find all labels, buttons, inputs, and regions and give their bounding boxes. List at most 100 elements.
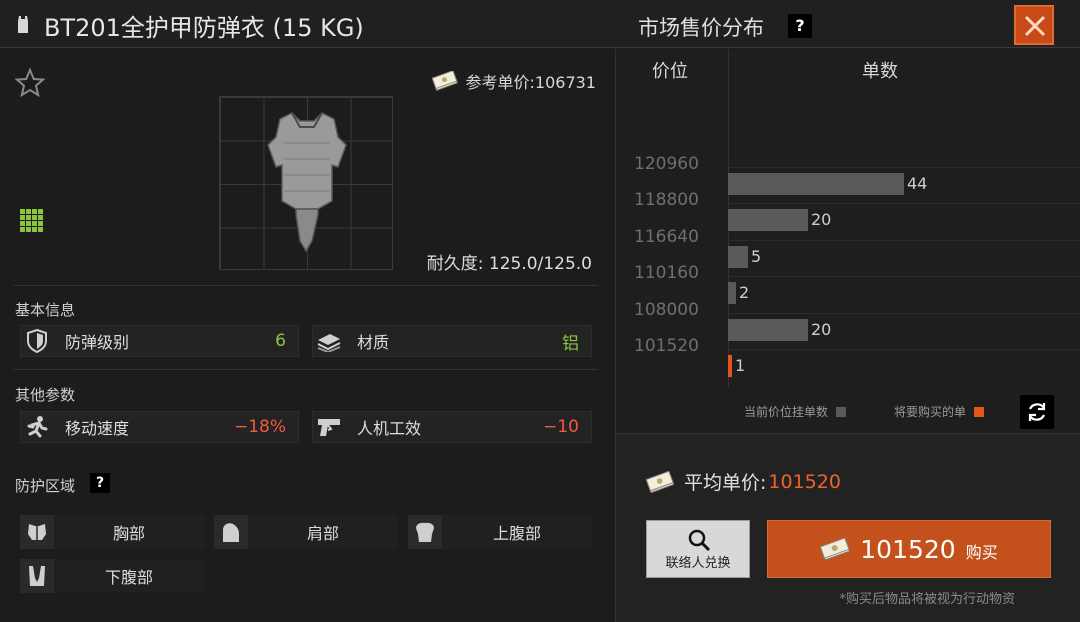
price-tick-label: 101520 (634, 336, 699, 356)
stat-material: 材质 铝 (312, 325, 592, 357)
purchase-note: *购买后物品将被视为行动物资 (839, 592, 1015, 607)
inventory-size-icon (20, 209, 44, 233)
average-price-label: 平均单价: (684, 472, 767, 494)
chart-row-line (728, 276, 1080, 278)
item-image-box (219, 96, 393, 270)
refresh-button[interactable] (1020, 395, 1054, 429)
armor-vest-image (267, 112, 347, 253)
divider (14, 285, 598, 286)
reference-price-text: 参考单价:106731 (465, 73, 596, 92)
price-tick-label: 118800 (634, 190, 699, 211)
buy-label: 购买 (965, 543, 998, 562)
bar-count-label: 2 (739, 283, 750, 303)
protection-title: 防护区域 (15, 477, 76, 495)
listing-count-bar (728, 282, 736, 305)
stat-move-speed: 移动速度 −18% (20, 411, 299, 443)
price-distribution-chart: 价位 单数 120960 44 118800 20 116640 5 110160 2 1080… (616, 49, 1080, 387)
money-icon (820, 538, 851, 560)
runner-icon (21, 411, 53, 443)
listing-count-bar (728, 245, 748, 268)
stat-label: 人机工效 (357, 419, 422, 438)
stat-value: −10 (543, 417, 579, 437)
stat-value: 铝 (562, 333, 579, 354)
stat-label: 材质 (357, 333, 390, 352)
chart-row-line (728, 239, 1080, 241)
price-tick-label: 116640 (634, 226, 699, 247)
item-title: BT201全护甲防弹衣 (15 KG) (44, 14, 364, 42)
upper-abdomen-icon (408, 515, 442, 549)
bar-count-label: 20 (811, 319, 832, 339)
market-title: 市场售价分布 (638, 16, 764, 40)
money-icon (646, 470, 674, 493)
shield-icon (21, 325, 53, 357)
zone-upper-abdomen: 上腹部 (408, 515, 592, 549)
zone-lower-abdomen: 下腹部 (20, 559, 204, 593)
chart-row-line (728, 312, 1080, 314)
other-params-title: 其他参数 (15, 386, 76, 404)
reference-price: 参考单价:106731 (431, 69, 596, 93)
chest-icon (20, 515, 54, 549)
stat-label: 防弹级别 (65, 333, 130, 352)
stat-value: 6 (275, 331, 286, 351)
durability-text: 耐久度: 125.0/125.0 (426, 254, 592, 274)
buy-order-bar (728, 355, 732, 377)
zone-chest: 胸部 (20, 515, 204, 549)
col-header-price: 价位 (652, 61, 688, 82)
price-tick-label: 108000 (634, 299, 699, 320)
legend-buy: 将要购买的单 (894, 403, 985, 420)
listing-count-bar (728, 173, 904, 195)
zone-label: 下腹部 (104, 568, 153, 587)
divider (14, 369, 598, 370)
bar-count-label: 5 (751, 246, 762, 266)
buy-button[interactable]: 101520 购买 (767, 520, 1051, 578)
item-info-panel: 参考单价:106731 耐久度: 125.0/125.0 基本信息 防弹级别 6… (0, 49, 614, 622)
protection-help-icon[interactable]: ? (90, 473, 110, 493)
material-icon (313, 325, 345, 357)
legend-buy-swatch (974, 406, 985, 417)
price-tick-label: 110160 (634, 263, 699, 284)
stat-value: −18% (233, 417, 286, 437)
pistol-icon (313, 411, 345, 443)
favorite-star-icon[interactable] (14, 67, 46, 99)
zone-label: 胸部 (112, 524, 145, 543)
refresh-icon (1028, 403, 1046, 421)
purchase-dialog: BT201全护甲防弹衣 (15 KG) 市场售价分布 ? 参考单价:106731 (0, 0, 1080, 622)
market-help-icon[interactable]: ? (788, 14, 812, 38)
vest-icon (18, 16, 28, 33)
search-icon (688, 529, 711, 552)
average-price: 平均单价: 101520 (646, 468, 841, 495)
lower-abdomen-icon (20, 559, 54, 593)
chart-row-line (728, 203, 1080, 205)
zone-label: 肩部 (306, 524, 339, 543)
close-button[interactable] (1014, 5, 1054, 45)
buy-amount: 101520 (860, 534, 956, 564)
price-tick-label: 120960 (634, 154, 699, 174)
money-icon (431, 71, 458, 91)
legend-buy-label: 将要购买的单 (894, 405, 967, 419)
zone-label: 上腹部 (492, 524, 541, 543)
stat-protection-level: 防弹级别 6 (20, 325, 299, 357)
contact-exchange-button[interactable]: 联络人兑换 (646, 520, 750, 578)
basic-info-title: 基本信息 (15, 301, 76, 319)
legend-current-swatch (836, 406, 847, 417)
contact-exchange-label: 联络人兑换 (665, 556, 731, 571)
market-panel: 价位 单数 120960 44 118800 20 116640 5 110160 2 1080… (615, 49, 1080, 622)
legend-current-label: 当前价位挂单数 (744, 405, 829, 419)
title-bar: BT201全护甲防弹衣 (15 KG) 市场售价分布 ? (0, 0, 1080, 48)
chart-row-line (728, 167, 1080, 168)
chart-row-line (728, 349, 1080, 350)
col-header-count: 单数 (862, 61, 898, 82)
listing-count-bar (728, 318, 808, 341)
purchase-area: 平均单价: 101520 联络人兑换 101520 购买 *购买后物品将被视为行… (616, 433, 1080, 622)
bar-count-label: 44 (907, 174, 928, 193)
shoulder-icon (214, 515, 248, 549)
close-icon (1024, 15, 1046, 37)
average-price-value: 101520 (768, 470, 841, 493)
stat-label: 移动速度 (65, 419, 130, 438)
bar-count-label: 20 (811, 210, 832, 230)
stat-ergonomics: 人机工效 −10 (312, 411, 592, 443)
bar-count-label: 1 (735, 356, 746, 375)
listing-count-bar (728, 209, 808, 232)
zone-shoulder: 肩部 (214, 515, 398, 549)
legend-current: 当前价位挂单数 (744, 403, 847, 420)
